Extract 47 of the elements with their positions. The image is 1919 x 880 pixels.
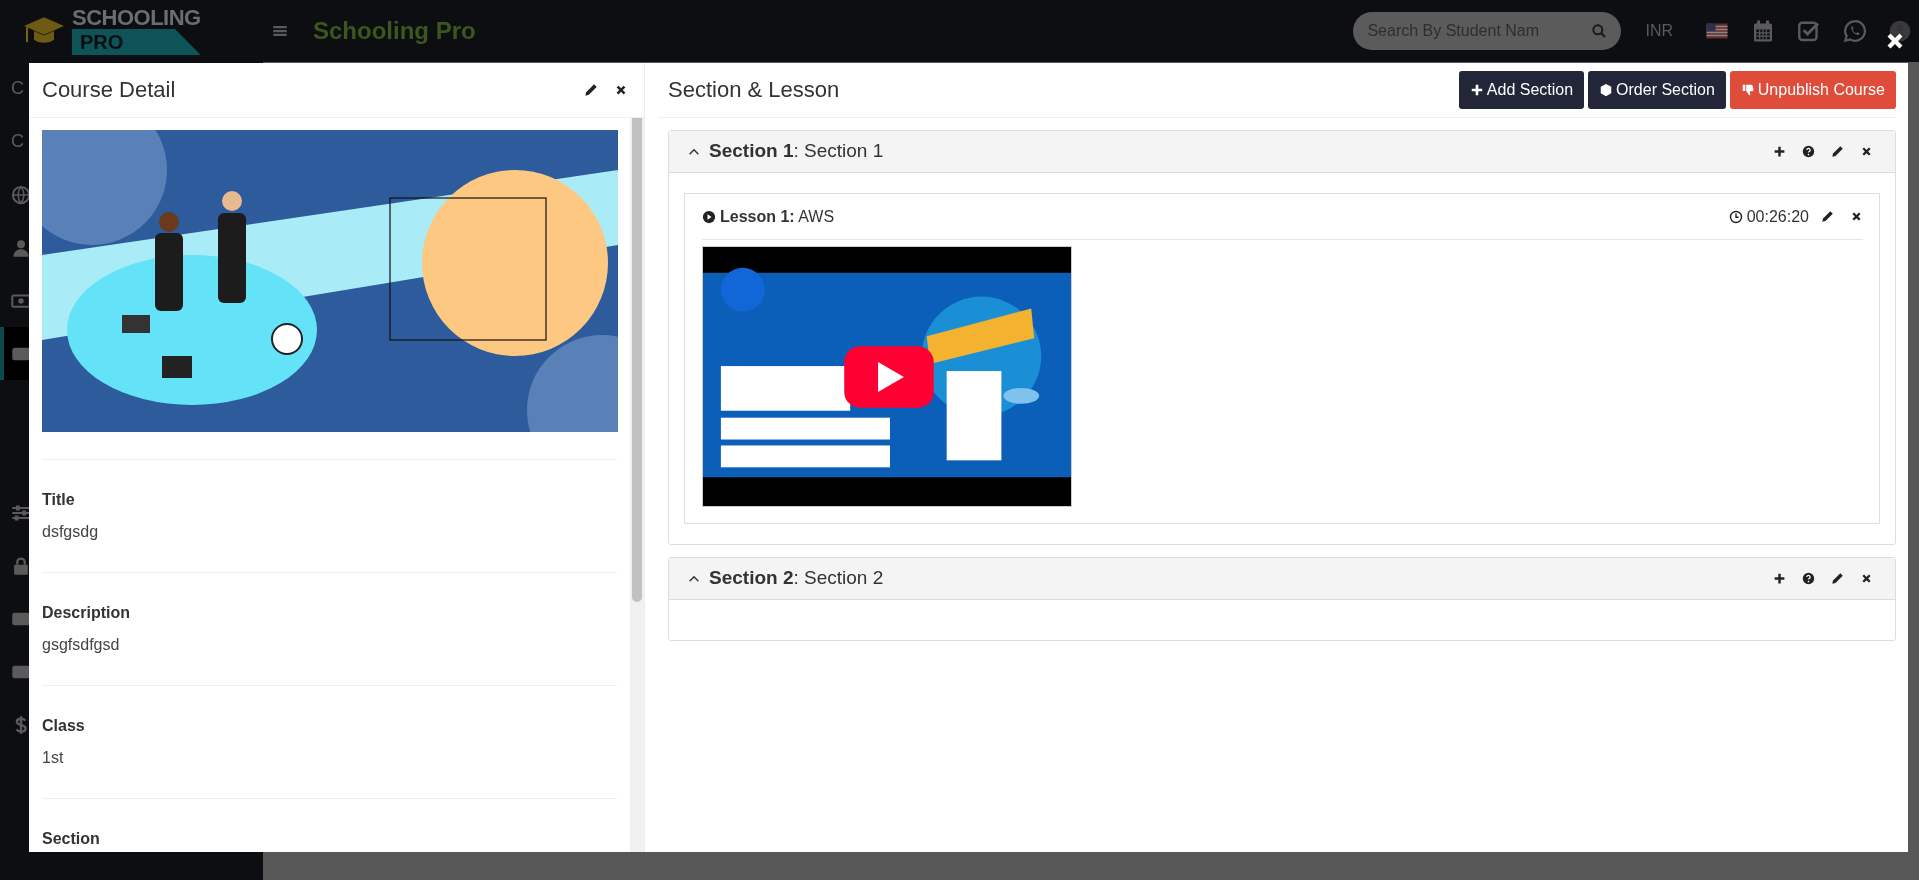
calendar-icon[interactable] — [1751, 19, 1775, 43]
field-value: 1st — [42, 748, 65, 768]
play-icon — [702, 209, 716, 224]
user-icon[interactable] — [11, 237, 31, 258]
panel-title: Section & Lesson — [668, 76, 840, 104]
app-title: Schooling Pro — [313, 16, 476, 46]
lesson-title: Lesson 1: AWS — [720, 206, 835, 227]
globe-icon[interactable] — [11, 184, 31, 205]
help-icon[interactable] — [1802, 572, 1815, 585]
sidebar-label[interactable]: C — [11, 128, 24, 155]
edit-icon[interactable] — [1821, 210, 1834, 223]
field-label: Class — [42, 716, 86, 736]
edit-icon[interactable] — [1831, 572, 1844, 585]
edit-icon[interactable] — [584, 83, 598, 97]
logo-badge: PRO — [72, 29, 201, 55]
unpublish-button[interactable]: Unpublish Course — [1729, 71, 1896, 109]
close-icon[interactable] — [614, 83, 628, 97]
help-icon[interactable] — [1802, 145, 1815, 158]
add-icon[interactable] — [1773, 572, 1786, 585]
field-value: gsgfsdfgsd — [42, 635, 121, 655]
field-label: Description — [42, 603, 131, 623]
cube-icon — [1599, 83, 1614, 97]
panel-title: Course Detail — [42, 76, 176, 104]
close-icon[interactable] — [1850, 210, 1863, 223]
order-section-button[interactable]: Order Section — [1588, 71, 1726, 109]
scrollbar[interactable] — [630, 118, 644, 852]
add-icon[interactable] — [1773, 145, 1786, 158]
section-title: Section 2: Section 2 — [709, 566, 884, 591]
field-label: Title — [42, 490, 76, 510]
close-icon[interactable] — [1860, 145, 1873, 158]
lock-icon[interactable] — [11, 555, 31, 576]
thumbs-down-icon — [1740, 83, 1755, 97]
search-icon[interactable] — [1591, 23, 1608, 39]
section-title: Section 1: Section 1 — [709, 139, 884, 164]
sidebar-label[interactable]: C — [11, 75, 24, 102]
field-label: Section — [42, 829, 101, 849]
field-value: dsfgsdg — [42, 522, 100, 542]
chat-icon[interactable] — [1843, 19, 1867, 43]
close-icon[interactable] — [1860, 572, 1873, 585]
currency-selector[interactable]: INR — [1645, 19, 1673, 43]
edit-icon[interactable] — [1831, 145, 1844, 158]
duration-text: 00:26:20 — [1746, 206, 1809, 227]
clock-icon — [1728, 209, 1743, 224]
checkbox-icon[interactable] — [1797, 19, 1821, 43]
logo-text: SCHOOLING — [72, 7, 201, 29]
plus-icon — [1469, 83, 1484, 97]
add-section-button[interactable]: Add Section — [1458, 71, 1585, 109]
